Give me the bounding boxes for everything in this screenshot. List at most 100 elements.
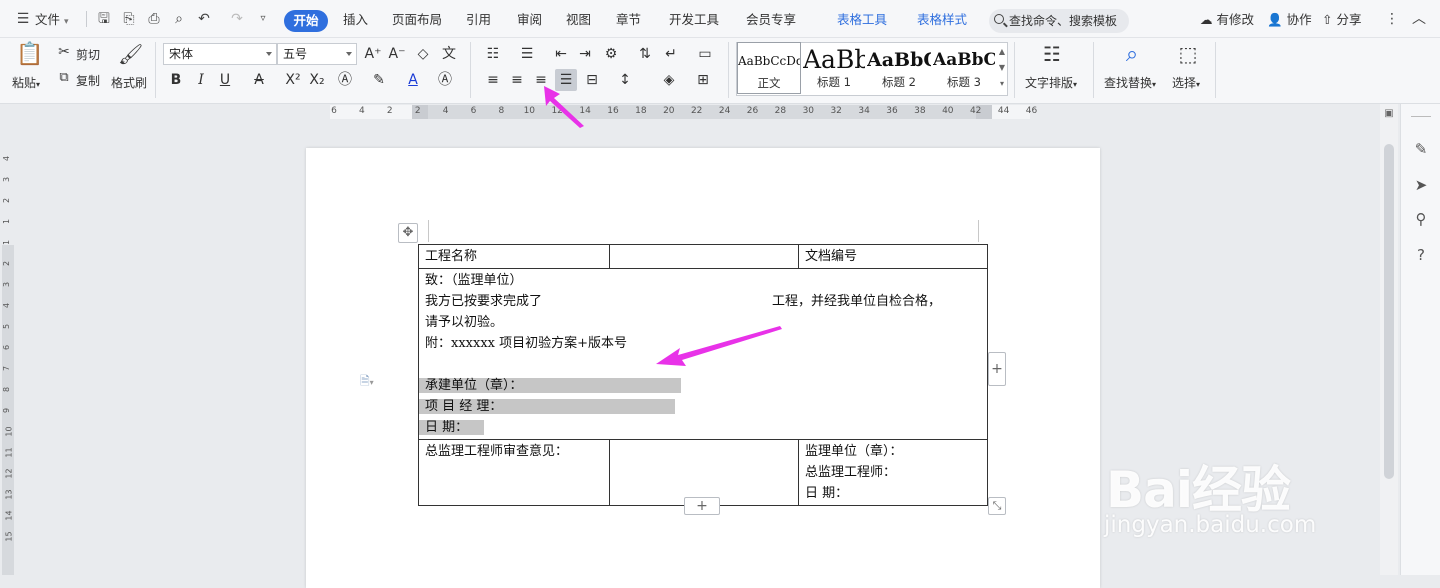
cursor-pointer-icon[interactable]: ➤ — [1410, 174, 1432, 196]
undo-icon[interactable]: ↶ — [195, 10, 213, 28]
tab-review[interactable]: 审阅 — [517, 0, 542, 38]
pin-icon[interactable]: ▣ — [1383, 108, 1395, 120]
tab-view[interactable]: 视图 — [566, 0, 591, 38]
tab-member[interactable]: 会员专享 — [746, 0, 796, 38]
increase-indent-icon[interactable]: ⇥ — [574, 43, 596, 65]
find-replace-button[interactable]: 查找替换▾ — [1104, 74, 1156, 91]
table-grid-icon[interactable]: ▭ — [694, 43, 716, 65]
copy-button[interactable]: 复制 — [76, 72, 100, 89]
vertical-ruler[interactable]: 4 3 2 1 1 2 3 4 5 6 7 8 9 10 11 12 13 14 15 — [0, 120, 16, 575]
selected-text[interactable]: 日 期： — [419, 420, 485, 435]
vertical-ruler-tick: 1 — [2, 218, 12, 225]
highlight-icon[interactable]: ✎ — [368, 69, 390, 91]
italic-icon[interactable]: I — [190, 69, 212, 91]
quick-access-dropdown-icon[interactable]: ▿ — [254, 10, 272, 28]
table-cell[interactable]: 文档编号 — [798, 244, 988, 269]
redo-icon[interactable]: ↷ — [228, 10, 246, 28]
tab-chapter[interactable]: 章节 — [616, 0, 641, 38]
bold-icon[interactable]: B — [165, 69, 187, 91]
share-button[interactable]: ⇧ 分享 — [1322, 0, 1361, 38]
collaborate-button[interactable]: 👤 协作 — [1267, 0, 1312, 38]
tab-home[interactable]: 开始 — [284, 10, 328, 32]
edit-pen-icon[interactable]: ✎ — [1410, 138, 1432, 160]
table-cell[interactable]: 总监理工程师审查意见： — [418, 439, 610, 506]
table-move-handle-icon[interactable]: ✥ — [398, 223, 418, 243]
borders-icon[interactable]: ⊞ — [692, 69, 714, 91]
add-column-icon[interactable]: + — [988, 352, 1006, 386]
format-painter-button[interactable]: 格式刷 — [111, 74, 147, 91]
align-left-icon[interactable]: ≡ — [482, 69, 504, 91]
selected-text[interactable]: 承建单位（章）： — [419, 378, 681, 393]
line-spacing-icon[interactable]: ↕ — [614, 69, 636, 91]
document-table[interactable]: 工程名称 文档编号 致：（监理单位） 我方已按要求完成了 工程，并经我单位自检合格… — [418, 244, 988, 506]
tab-insert[interactable]: 插入 — [343, 0, 368, 38]
add-row-icon[interactable]: + — [684, 497, 720, 515]
shrink-font-icon[interactable]: A⁻ — [386, 43, 408, 65]
show-marks-icon[interactable]: ↵ — [660, 43, 682, 65]
font-color-icon[interactable]: A — [402, 69, 424, 91]
save-icon[interactable]: 🖫 — [95, 10, 113, 28]
styles-scroll-icon[interactable]: ▲ ▼ ▾ — [997, 44, 1007, 94]
grow-font-icon[interactable]: A⁺ — [362, 43, 384, 65]
sort-icon[interactable]: ⇅ — [634, 43, 656, 65]
text-layout-icon[interactable]: ☷ — [1038, 42, 1066, 70]
format-painter-icon[interactable]: 🖌 — [118, 42, 143, 70]
tab-page-layout[interactable]: 页面布局 — [392, 0, 442, 38]
align-center-icon[interactable]: ≡ — [506, 69, 528, 91]
char-border-icon[interactable]: Ⓐ — [434, 69, 456, 91]
document-paragraph-icon[interactable]: 🗎▾ — [360, 372, 386, 388]
file-menu[interactable]: 文件 ▾ — [35, 0, 69, 38]
phonetic-icon[interactable]: 文 — [438, 43, 460, 65]
cut-button[interactable]: 剪切 — [76, 46, 100, 63]
style-heading-2[interactable]: AaBbC 标题 2 — [867, 42, 931, 94]
modified-button[interactable]: ☁ 有修改 — [1200, 0, 1254, 38]
tab-developer[interactable]: 开发工具 — [669, 0, 719, 38]
scissors-icon[interactable]: ✂ — [56, 44, 72, 60]
horizontal-ruler[interactable]: 6 4 2 2 4 6 8 10 12 14 16 18 20 22 24 26 28 30 32 34 36 38 40 4… — [330, 104, 1037, 120]
table-cell[interactable]: 监理单位（章）： 总监理工程师： 日 期： — [798, 439, 988, 506]
asian-layout-icon[interactable]: ⚙ — [600, 43, 622, 65]
text-layout-button[interactable]: 文字排版▾ — [1025, 74, 1077, 91]
font-name-select[interactable]: 宋体 — [163, 43, 277, 65]
superscript-icon[interactable]: X² — [282, 69, 304, 91]
decrease-indent-icon[interactable]: ⇤ — [550, 43, 572, 65]
style-heading-1[interactable]: AaBb 标题 1 — [803, 42, 865, 94]
selected-text[interactable]: 项 目 经 理： — [419, 399, 676, 414]
search-input[interactable]: 查找命令、搜索模板 — [989, 9, 1129, 33]
select-button[interactable]: 选择▾ — [1172, 74, 1200, 91]
style-normal[interactable]: AaBbCcDd 正文 — [737, 42, 801, 94]
tab-table-tools[interactable]: 表格工具 — [837, 0, 887, 38]
vertical-ruler-tick: 2 — [2, 260, 12, 267]
clear-format-icon[interactable]: ◇ — [412, 43, 434, 65]
select-icon[interactable]: ⬚ — [1174, 42, 1202, 70]
paste-button[interactable]: 粘贴▾ — [12, 74, 40, 91]
table-cell[interactable] — [609, 439, 799, 506]
table-cell[interactable] — [609, 244, 799, 269]
date-line: 日 期： — [419, 417, 981, 438]
export-icon[interactable]: ⎘ — [120, 10, 138, 28]
strikethrough-icon[interactable]: A — [248, 69, 270, 91]
text-effect-icon[interactable]: Ⓐ — [334, 69, 356, 91]
style-heading-3[interactable]: AaBbC 标题 3 — [933, 42, 995, 94]
print-preview-icon[interactable]: ⌕ — [170, 10, 188, 28]
table-resize-icon[interactable]: ⤡ — [988, 497, 1006, 515]
find-icon[interactable]: ⌕ — [1118, 42, 1146, 70]
tab-references[interactable]: 引用 — [466, 0, 491, 38]
print-icon[interactable]: ⎙ — [145, 10, 163, 28]
numbered-list-icon[interactable]: ☰ — [516, 43, 538, 65]
font-size-select[interactable]: 五号 — [277, 43, 357, 65]
subscript-icon[interactable]: X₂ — [306, 69, 328, 91]
bullet-list-icon[interactable]: ☷ — [482, 43, 504, 65]
tab-table-style[interactable]: 表格样式 — [917, 0, 967, 38]
more-icon[interactable]: ⋮ — [1383, 10, 1401, 28]
help-icon[interactable]: ? — [1410, 244, 1432, 266]
paste-icon[interactable]: 📋 — [16, 42, 43, 70]
copy-icon[interactable]: ⧉ — [56, 70, 72, 85]
shading-icon[interactable]: ◈ — [658, 69, 680, 91]
underline-icon[interactable]: U — [214, 69, 236, 91]
adjust-sliders-icon[interactable]: ⚲ — [1410, 208, 1432, 230]
collapse-ribbon-icon[interactable]: ︿ — [1410, 10, 1428, 28]
style-heading-2-label: 标题 2 — [882, 75, 916, 89]
hamburger-icon[interactable]: ☰ — [14, 10, 32, 28]
table-cell[interactable]: 工程名称 — [418, 244, 610, 269]
